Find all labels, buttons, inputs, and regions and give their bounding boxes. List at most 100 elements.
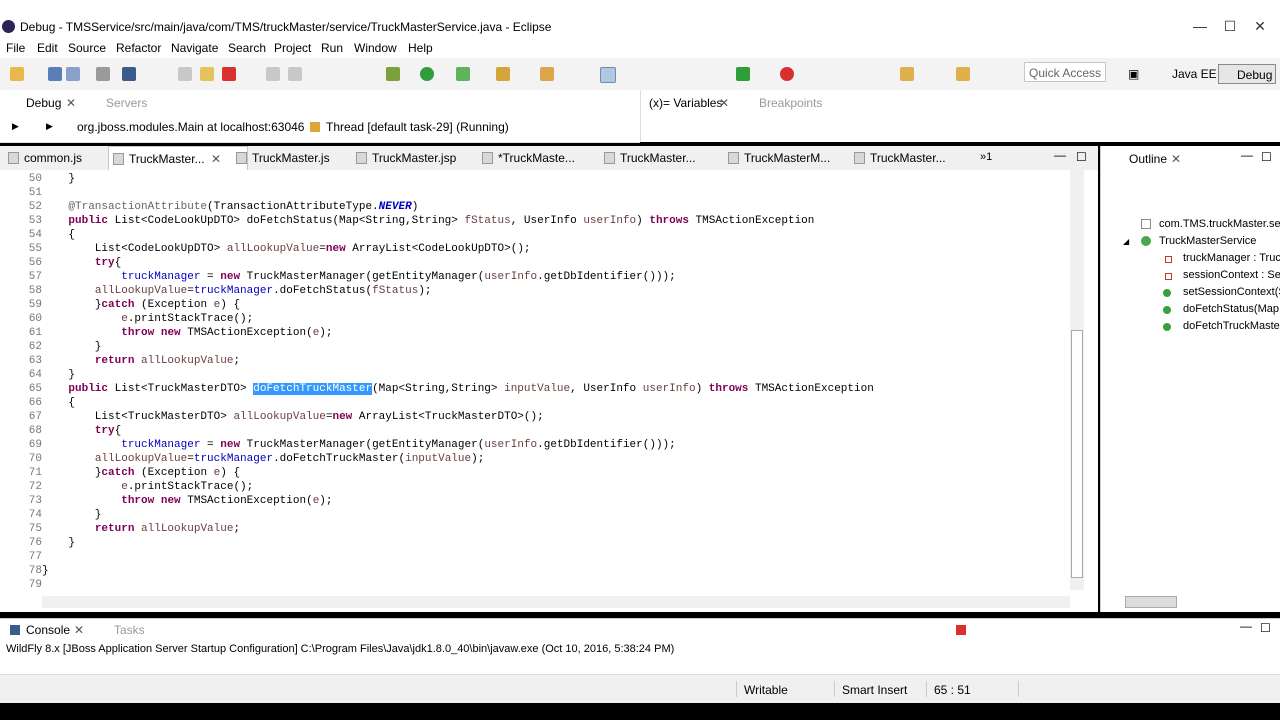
keyword: catch [101, 467, 135, 479]
line-number: 63 [28, 355, 42, 367]
editor-tab-common-js[interactable]: common.js [4, 146, 124, 170]
line-number: 54 [28, 229, 42, 241]
quick-access-input[interactable]: Quick Access [1024, 62, 1106, 82]
stop-server-icon[interactable] [780, 67, 794, 81]
outline-item-class[interactable]: TruckMasterService [1159, 235, 1256, 247]
keyword: new [160, 495, 181, 507]
editor-tab-truckmasterm[interactable]: TruckMasterM... [724, 146, 862, 170]
save-icon[interactable] [48, 67, 62, 81]
menu-run[interactable]: Run [321, 41, 343, 55]
thread-label[interactable]: Thread [default task-29] (Running) [326, 120, 509, 134]
tab-variables[interactable]: (x)= Variables [649, 96, 722, 110]
open-type-icon[interactable] [496, 67, 510, 81]
toggle-mark-icon[interactable] [600, 67, 616, 83]
editor-horizontal-scrollbar[interactable] [42, 596, 1070, 608]
outline-item-field-sessioncontext[interactable]: sessionContext : Ses [1183, 269, 1280, 281]
code-line-73: throw new TMSActionException(e); [42, 495, 332, 507]
close-icon[interactable]: ✕ [211, 147, 221, 171]
code-token: .printStackTrace(); [127, 481, 254, 493]
run-server-icon[interactable] [736, 67, 750, 81]
minimize-view-button[interactable]: — [1241, 148, 1253, 162]
tabs-overflow-button[interactable]: »1 [980, 151, 992, 163]
perspective-java-ee[interactable]: Java EE [1168, 64, 1221, 84]
run-icon[interactable] [420, 67, 434, 81]
save-all-icon[interactable] [66, 67, 80, 81]
perspective-debug[interactable]: Debug [1218, 64, 1276, 84]
menu-search[interactable]: Search [228, 41, 266, 55]
tab-outline[interactable]: Outline [1129, 152, 1167, 166]
expand-arrow-icon[interactable]: ▶ [12, 121, 19, 132]
menu-window[interactable]: Window [354, 41, 397, 55]
code-token: TMSActionException( [180, 327, 313, 339]
menu-project[interactable]: Project [274, 41, 311, 55]
close-icon[interactable]: ✕ [74, 623, 84, 637]
line-number: 59 [28, 299, 42, 311]
tab-servers[interactable]: Servers [106, 96, 147, 110]
code-line-50: } [42, 173, 76, 185]
terminal-icon[interactable] [122, 67, 136, 81]
outline-item-method-dofetchstatus[interactable]: doFetchStatus(Map [1183, 303, 1279, 315]
close-icon[interactable]: ✕ [66, 96, 76, 110]
minimize-view-button[interactable]: — [1054, 148, 1066, 162]
debug-target-label[interactable]: org.jboss.modules.Main at localhost:6304… [77, 120, 304, 134]
new-icon[interactable] [10, 67, 24, 81]
minimize-view-button[interactable]: — [1240, 619, 1252, 633]
terminate-icon[interactable] [956, 625, 966, 635]
code-line-67: List<TruckMasterDTO> allLookupValue=new … [42, 411, 544, 423]
close-button[interactable]: ✕ [1240, 18, 1280, 35]
editor-tab-truckmaste-modified[interactable]: *TruckMaste... [478, 146, 616, 170]
editor-tab-truckmaster-2[interactable]: TruckMaster... [600, 146, 738, 170]
editor-scroll-thumb[interactable] [1071, 330, 1083, 578]
code-token: .doFetchTruckMaster( [273, 453, 406, 465]
step-into-icon[interactable] [266, 67, 280, 81]
close-icon[interactable]: ✕ [719, 96, 729, 110]
menu-navigate[interactable]: Navigate [171, 41, 218, 55]
outline-item-method-setsessioncontext[interactable]: setSessionContext(S [1183, 286, 1280, 298]
menu-file[interactable]: File [6, 41, 25, 55]
code-token: userInfo [484, 271, 538, 283]
maximize-view-button[interactable]: ☐ [1076, 150, 1087, 164]
selected-text[interactable]: doFetchTruckMaster [253, 383, 373, 395]
code-line-65: public List<TruckMasterDTO> doFetchTruck… [42, 383, 874, 395]
open-perspective-button[interactable]: ▣ [1124, 64, 1144, 84]
search-icon[interactable] [540, 67, 554, 81]
resume-icon[interactable] [178, 67, 192, 81]
tab-console[interactable]: Console [26, 623, 70, 637]
code-line-71: }catch (Exception e) { [42, 467, 240, 479]
code-token: allLookupValue [94, 453, 188, 465]
editor-tab-truckmaster-js[interactable]: TruckMaster.js [232, 146, 370, 170]
step-over-icon[interactable] [288, 67, 302, 81]
outline-item-package[interactable]: com.TMS.truckMaster.se [1159, 218, 1280, 230]
outline-item-method-dofetchtruckmaster[interactable]: doFetchTruckMaste [1183, 320, 1280, 332]
code-token: truckManager [121, 271, 201, 283]
maximize-view-button[interactable]: ☐ [1261, 150, 1272, 164]
menu-refactor[interactable]: Refactor [116, 41, 161, 55]
outline-item-field-truckmanager[interactable]: truckManager : Truc [1183, 252, 1280, 264]
expand-arrow-icon[interactable]: ◢ [1123, 237, 1129, 246]
menu-help[interactable]: Help [408, 41, 433, 55]
expand-arrow-icon[interactable]: ▶ [46, 121, 53, 132]
tab-label: TruckMaster.jsp [372, 151, 457, 165]
tab-breakpoints[interactable]: Breakpoints [759, 96, 822, 110]
code-token: List<CodeLookUpDTO> doFetchStatus(Map<St… [108, 215, 465, 227]
debug-icon[interactable] [386, 67, 400, 81]
tab-tasks[interactable]: Tasks [114, 623, 145, 637]
editor-tab-truckmasterservice[interactable]: TruckMaster... ✕ [108, 146, 248, 171]
editor-tab-truckmaster-3[interactable]: TruckMaster... [850, 146, 988, 170]
terminate-icon[interactable] [222, 67, 236, 81]
outline-scroll-thumb[interactable] [1125, 596, 1177, 608]
public-method-icon [1163, 323, 1171, 331]
coverage-icon[interactable] [456, 67, 470, 81]
tab-debug[interactable]: Debug [26, 96, 61, 110]
print-icon[interactable] [96, 67, 110, 81]
forward-icon[interactable] [956, 67, 970, 81]
close-icon[interactable]: ✕ [1171, 152, 1181, 166]
maximize-view-button[interactable]: ☐ [1260, 621, 1271, 635]
back-icon[interactable] [900, 67, 914, 81]
menu-source[interactable]: Source [68, 41, 106, 55]
suspend-icon[interactable] [200, 67, 214, 81]
editor-tab-truckmaster-jsp[interactable]: TruckMaster.jsp [352, 146, 490, 170]
menu-edit[interactable]: Edit [37, 41, 58, 55]
code-line-66: { [42, 397, 76, 409]
line-number: 69 [28, 439, 42, 451]
